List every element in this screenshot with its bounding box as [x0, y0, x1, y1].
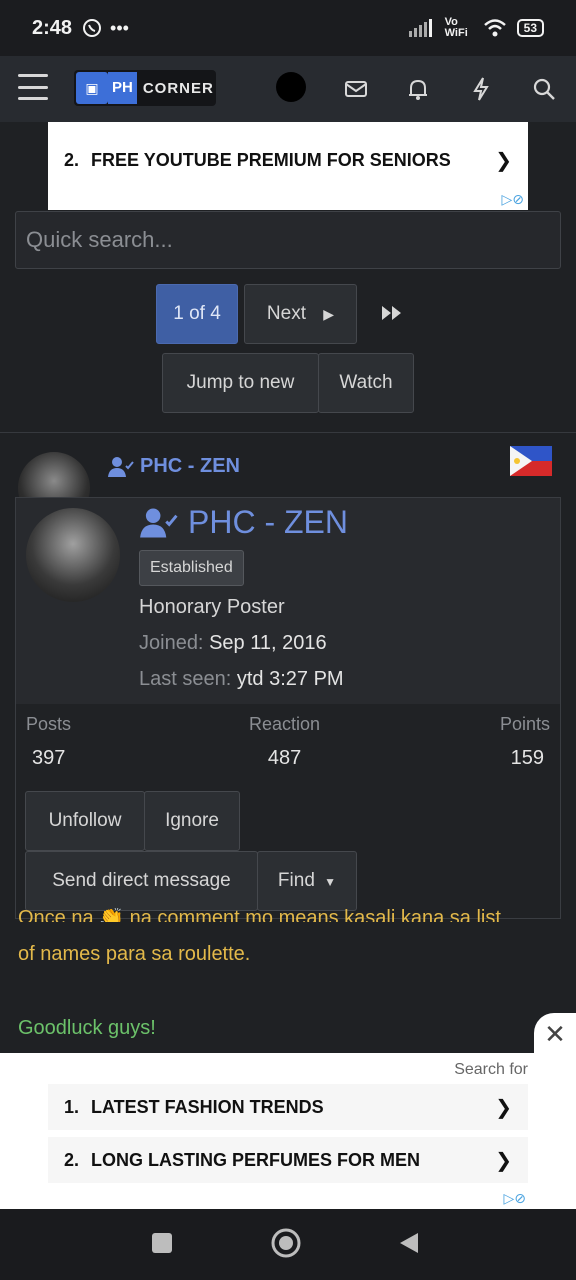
next-label: Next: [266, 303, 306, 324]
wifi-icon: [483, 19, 506, 37]
recent-apps-icon[interactable]: [150, 1231, 174, 1255]
adchoices-icon[interactable]: ▷⊘: [502, 191, 525, 208]
search-icon[interactable]: [531, 76, 557, 102]
adchoices-icon[interactable]: ▷⊘: [504, 1190, 527, 1207]
more-notifications-icon: •••: [110, 17, 129, 38]
bolt-icon[interactable]: [468, 76, 494, 102]
jump-to-new-button[interactable]: Jump to new: [162, 353, 319, 413]
stat-value: 159: [510, 747, 544, 769]
ad-search-for-label: Search for: [454, 1061, 528, 1078]
logo-corner: CORNER: [142, 79, 214, 97]
battery-icon: 53: [516, 19, 544, 37]
user-avatar[interactable]: [276, 72, 306, 102]
envelope-icon[interactable]: [343, 76, 369, 102]
member-name: PHC - ZEN: [188, 504, 348, 540]
logo-ph: PH: [108, 72, 137, 104]
chevron-right-icon: ❯: [495, 1149, 512, 1172]
joined-row: Joined: Sep 11, 2016: [139, 632, 327, 655]
member-tooltip-card: PHC - ZEN Established Honorary Poster Jo…: [15, 497, 561, 919]
bell-icon[interactable]: [405, 76, 431, 102]
ignore-button[interactable]: Ignore: [144, 791, 240, 851]
stat-value: 397: [32, 747, 66, 769]
chevron-right-icon: ❯: [495, 149, 512, 172]
clock: 2:48: [32, 16, 73, 39]
search-input[interactable]: Quick search...: [15, 211, 561, 269]
watch-button[interactable]: Watch: [318, 353, 414, 413]
unfollow-button[interactable]: Unfollow: [25, 791, 145, 851]
ad-item-text: LATEST FASHION TRENDS: [91, 1096, 324, 1117]
system-nav-bar: [0, 1209, 576, 1280]
member-badge: Established: [139, 550, 244, 586]
ad-banner-bottom[interactable]: Search for 1. LATEST FASHION TRENDS ❯ 2.…: [0, 1053, 576, 1209]
caret-right-icon: ▶: [323, 306, 335, 322]
signal-icon: [408, 19, 432, 37]
ad-item[interactable]: 2. FREE YOUTUBE PREMIUM FOR SENIORS ❯: [48, 122, 528, 198]
ad-item-number: 2.: [64, 1149, 80, 1170]
member-title: Honorary Poster: [139, 596, 285, 618]
post-author-name: PHC - ZEN: [140, 455, 240, 477]
back-icon[interactable]: [398, 1231, 420, 1255]
user-check-icon: [140, 507, 178, 538]
logo-cube-icon: ▣: [76, 72, 108, 104]
whatsapp-icon: [83, 19, 102, 37]
joined-value: Sep 11, 2016: [209, 632, 327, 654]
divider: [0, 432, 576, 433]
user-check-icon: [108, 456, 134, 477]
stat-posts: Posts 397: [26, 714, 71, 770]
chevron-right-icon: ❯: [495, 1096, 512, 1119]
ad-item[interactable]: 2. LONG LASTING PERFUMES FOR MEN ❯: [48, 1137, 528, 1183]
ad-item-number: 1.: [64, 1096, 80, 1117]
send-direct-message-button[interactable]: Send direct message: [25, 851, 258, 911]
vowifi-label: Vo WiFi: [444, 16, 468, 39]
member-name-link[interactable]: PHC - ZEN: [140, 504, 348, 541]
page-indicator-button[interactable]: 1 of 4: [156, 284, 238, 344]
next-page-button[interactable]: Next ▶: [244, 284, 357, 344]
post-text-line: Once na 👏 na comment mo means kasali kan…: [18, 908, 501, 922]
ad-item-number: 2.: [64, 149, 80, 170]
stat-reaction: Reaction 487: [249, 714, 320, 770]
last-seen-row: Last seen: ytd 3:27 PM: [139, 668, 344, 691]
stat-label: Reaction: [249, 714, 321, 734]
post-author[interactable]: PHC - ZEN: [108, 455, 240, 478]
stat-points: Points 159: [500, 714, 550, 770]
philippines-flag-icon: [510, 446, 552, 476]
find-label: Find: [277, 870, 315, 891]
post-text-line: Goodluck guys!: [18, 1017, 156, 1039]
home-icon[interactable]: [270, 1227, 302, 1259]
post-text-line: of names para sa roulette.: [18, 943, 251, 965]
stat-value: 487: [267, 747, 302, 769]
stat-label: Points: [499, 714, 550, 734]
menu-icon[interactable]: [18, 74, 48, 100]
ad-item-text: LONG LASTING PERFUMES FOR MEN: [91, 1149, 421, 1170]
ad-banner-top[interactable]: 2. FREE YOUTUBE PREMIUM FOR SENIORS ❯ ▷⊘: [48, 122, 528, 210]
close-ad-icon[interactable]: ✕: [534, 1013, 576, 1055]
site-logo[interactable]: ▣ PH CORNER: [74, 70, 216, 106]
caret-down-icon: ▼: [324, 875, 337, 889]
ad-item-text: FREE YOUTUBE PREMIUM FOR SENIORS: [91, 149, 451, 170]
member-avatar[interactable]: [26, 508, 120, 602]
status-bar: 2:48 ••• Vo WiFi 53: [0, 0, 576, 56]
stat-label: Posts: [26, 714, 72, 734]
member-stats: Posts 397 Reaction 487 Points 159: [16, 704, 560, 776]
last-page-icon[interactable]: [380, 303, 404, 323]
find-dropdown-button[interactable]: Find ▼: [257, 851, 357, 911]
ad-item[interactable]: 1. LATEST FASHION TRENDS ❯: [48, 1084, 528, 1130]
last-seen-value: ytd 3:27 PM: [236, 668, 344, 690]
joined-label: Joined:: [139, 632, 204, 654]
last-seen-label: Last seen:: [139, 668, 232, 690]
